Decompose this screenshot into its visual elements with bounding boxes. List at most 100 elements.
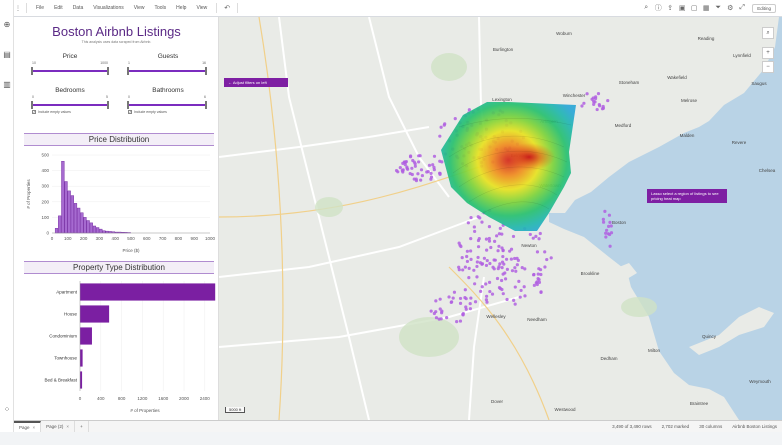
listing-point[interactable] xyxy=(438,134,442,138)
data-table-icon[interactable]: ▤ xyxy=(2,50,12,60)
add-page-button[interactable]: + xyxy=(75,421,89,432)
listing-point[interactable] xyxy=(484,263,489,268)
listing-point[interactable] xyxy=(604,231,608,235)
menu-view[interactable]: View xyxy=(129,5,150,11)
dataset-name[interactable]: Airbnb Boston Listings xyxy=(727,424,782,429)
listing-point[interactable] xyxy=(545,257,549,262)
menu-data[interactable]: Data xyxy=(68,5,89,11)
listing-point[interactable] xyxy=(497,232,502,236)
page-tab-1[interactable]: Page × xyxy=(14,421,42,432)
histogram-bar[interactable] xyxy=(86,220,90,234)
histogram-bar[interactable] xyxy=(83,217,87,234)
listing-point[interactable] xyxy=(503,277,508,281)
slider-handle-min[interactable] xyxy=(31,101,33,109)
listing-point[interactable] xyxy=(432,154,437,158)
listing-point[interactable] xyxy=(535,250,540,254)
listing-point[interactable] xyxy=(473,300,478,304)
listing-point[interactable] xyxy=(513,256,517,261)
listing-point[interactable] xyxy=(489,245,493,250)
listing-point[interactable] xyxy=(475,260,479,264)
listing-point[interactable] xyxy=(592,102,596,106)
listing-point[interactable] xyxy=(523,294,527,298)
listing-point[interactable] xyxy=(465,249,469,253)
listing-point[interactable] xyxy=(476,255,480,260)
histogram-bar[interactable] xyxy=(92,225,97,234)
listing-point[interactable] xyxy=(549,256,553,260)
listing-point[interactable] xyxy=(410,172,414,177)
listing-point[interactable] xyxy=(484,294,489,298)
property-type-bar[interactable] xyxy=(80,283,216,301)
listing-point[interactable] xyxy=(500,278,504,283)
listing-point[interactable] xyxy=(465,254,469,259)
listing-point[interactable] xyxy=(469,215,473,220)
listing-point[interactable] xyxy=(497,244,501,248)
listing-point[interactable] xyxy=(539,290,543,294)
listing-point[interactable] xyxy=(519,288,523,293)
listing-point[interactable] xyxy=(523,267,527,271)
listing-point[interactable] xyxy=(411,158,415,163)
listing-point[interactable] xyxy=(434,316,439,320)
listing-point[interactable] xyxy=(485,258,489,263)
listing-point[interactable] xyxy=(457,241,461,245)
share-icon[interactable]: ⇪ xyxy=(664,4,676,12)
settings-icon[interactable]: ⚙ xyxy=(724,4,736,12)
listing-point[interactable] xyxy=(440,311,444,315)
listing-point[interactable] xyxy=(473,229,477,234)
listing-point[interactable] xyxy=(438,172,442,177)
histogram-bar[interactable] xyxy=(102,230,106,234)
listing-point[interactable] xyxy=(464,297,468,301)
listing-point[interactable] xyxy=(452,290,457,294)
listing-point[interactable] xyxy=(438,297,442,301)
listing-point[interactable] xyxy=(432,311,436,316)
guests-range-slider[interactable]: 1 16 xyxy=(127,61,207,75)
listing-point[interactable] xyxy=(480,285,484,289)
listing-point[interactable] xyxy=(484,282,488,286)
histogram-bar[interactable] xyxy=(54,228,59,234)
listing-point[interactable] xyxy=(450,300,454,304)
listing-point[interactable] xyxy=(458,296,463,301)
histogram-bar[interactable] xyxy=(89,222,93,234)
listing-point[interactable] xyxy=(482,256,486,260)
listing-point[interactable] xyxy=(478,216,482,220)
menu-help[interactable]: Help xyxy=(171,5,191,11)
listing-point[interactable] xyxy=(419,168,424,172)
histogram-bar[interactable] xyxy=(58,215,62,234)
listing-point[interactable] xyxy=(606,98,610,103)
checkbox-box[interactable]: ✓ xyxy=(128,110,132,114)
listing-point[interactable] xyxy=(601,220,606,224)
listing-point[interactable] xyxy=(467,276,471,280)
listing-point[interactable] xyxy=(469,249,473,253)
listing-point[interactable] xyxy=(515,263,519,267)
listing-point[interactable] xyxy=(595,107,599,112)
listing-point[interactable] xyxy=(492,267,496,271)
listing-point[interactable] xyxy=(401,168,405,172)
fullscreen-icon[interactable]: ⤢ xyxy=(736,4,748,12)
histogram-bar[interactable] xyxy=(64,181,68,234)
property-type-bar[interactable] xyxy=(80,305,110,323)
listing-point[interactable] xyxy=(402,160,407,164)
slider-handle-max[interactable] xyxy=(107,101,109,109)
listing-point[interactable] xyxy=(473,282,477,286)
listing-point[interactable] xyxy=(501,248,505,252)
property-type-bar[interactable] xyxy=(80,349,83,367)
listing-point[interactable] xyxy=(598,104,602,108)
listing-point[interactable] xyxy=(608,232,612,237)
listing-point[interactable] xyxy=(497,285,502,290)
listing-point[interactable] xyxy=(438,159,442,163)
listing-point[interactable] xyxy=(585,92,589,96)
listing-point[interactable] xyxy=(467,108,471,112)
listing-point[interactable] xyxy=(497,265,501,269)
listing-point[interactable] xyxy=(432,165,436,169)
search-icon[interactable]: ⌕ xyxy=(640,4,652,12)
listing-point[interactable] xyxy=(466,221,470,225)
listing-point[interactable] xyxy=(475,275,479,279)
bathrooms-range-slider[interactable]: 0 6 xyxy=(127,95,207,109)
listing-point[interactable] xyxy=(484,298,489,302)
listing-point[interactable] xyxy=(469,296,473,300)
listing-point[interactable] xyxy=(434,299,438,303)
listing-point[interactable] xyxy=(580,104,584,108)
listing-point[interactable] xyxy=(463,288,467,292)
listing-point[interactable] xyxy=(429,309,433,313)
listing-point[interactable] xyxy=(510,269,515,273)
map-canvas[interactable]: Woburn Reading Lynnfield Burlington Wakefiel… xyxy=(219,17,782,420)
